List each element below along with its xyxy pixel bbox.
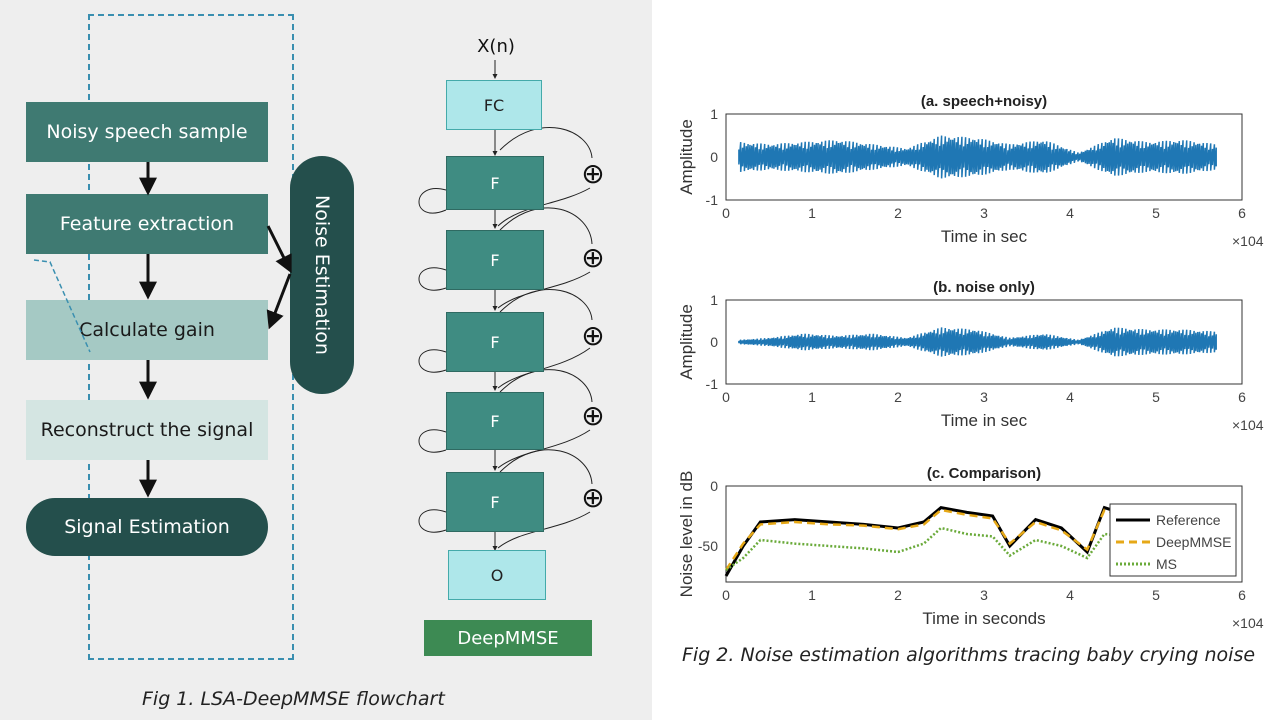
y-tick-label: 0 [710, 478, 718, 494]
f-block-4: F [446, 392, 544, 450]
x-tick-label: 1 [808, 587, 816, 603]
x-tick-label: 5 [1152, 205, 1160, 221]
arrow-from-noise [266, 273, 292, 330]
x-tick-label: 2 [894, 389, 902, 405]
x-multiplier-0: ×104 [1232, 233, 1264, 249]
x-multiplier-1: ×104 [1232, 417, 1264, 433]
legend-label-reference: Reference [1156, 512, 1221, 528]
x-tick-label: 6 [1238, 587, 1246, 603]
f-block-3: F [446, 312, 544, 372]
x-tick-label: 0 [722, 205, 730, 221]
sum-icon-1: ⊕ [581, 156, 605, 190]
y-tick-label: 0 [710, 149, 718, 165]
x-tick-label: 4 [1066, 587, 1074, 603]
x-axis-label-2: Time in seconds [922, 609, 1045, 628]
flowchart-arrows [33, 60, 593, 551]
fig2-caption: Fig 2. Noise estimation algorithms traci… [682, 644, 1256, 666]
y-axis-label-1: Amplitude [677, 304, 696, 380]
y-tick-label: 1 [710, 106, 718, 122]
y-axis-label-0: Amplitude [677, 119, 696, 195]
sum-icon-5: ⊕ [581, 480, 605, 514]
plot-title-2: (c. Comparison) [927, 465, 1041, 482]
x-tick-label: 2 [894, 205, 902, 221]
dashed-link [33, 259, 91, 353]
f-block-5: F [446, 472, 544, 532]
x-tick-label: 4 [1066, 389, 1074, 405]
y-tick-label: -1 [706, 192, 719, 208]
arrow-to-noise [266, 225, 292, 274]
y-axis-label-2: Noise level in dB [677, 471, 696, 598]
legend-label-deepmmse: DeepMMSE [1156, 534, 1231, 550]
x-tick-label: 3 [980, 587, 988, 603]
plot-title-1: (b. noise only) [933, 279, 1035, 296]
x-tick-label: 5 [1152, 587, 1160, 603]
output-layer: O [448, 550, 546, 600]
x-tick-label: 4 [1066, 205, 1074, 221]
deepmmse-label: DeepMMSE [424, 620, 592, 656]
x-tick-label: 3 [980, 389, 988, 405]
x-axis-label-1: Time in sec [941, 411, 1028, 430]
f-block-2: F [446, 230, 544, 290]
y-tick-label: -1 [706, 376, 719, 392]
y-tick-label: -50 [698, 538, 718, 554]
x-tick-label: 1 [808, 389, 816, 405]
sum-icon-2: ⊕ [581, 240, 605, 274]
x-tick-label: 6 [1238, 389, 1246, 405]
x-tick-label: 5 [1152, 389, 1160, 405]
fig2-plots: (a. speech+noisy)0 1 2 3 4 5 610-1Time in sec ×… [677, 93, 1264, 631]
x-tick-label: 0 [722, 587, 730, 603]
fc-layer: FC [446, 80, 542, 130]
x-tick-label: 2 [894, 587, 902, 603]
x-axis-label-0: Time in sec [941, 227, 1028, 246]
y-tick-label: 1 [710, 292, 718, 308]
x-tick-label: 0 [722, 389, 730, 405]
f-block-1: F [446, 156, 544, 210]
input-label: X(n) [477, 35, 515, 57]
y-tick-label: 0 [710, 334, 718, 350]
fig1-caption: Fig 1. LSA-DeepMMSE flowchart [142, 688, 445, 710]
legend-label-ms: MS [1156, 556, 1177, 572]
plot-title-0: (a. speech+noisy) [921, 93, 1047, 110]
sum-icon-3: ⊕ [581, 318, 605, 352]
x-tick-label: 1 [808, 205, 816, 221]
x-multiplier-2: ×104 [1232, 615, 1264, 631]
sum-icon-4: ⊕ [581, 398, 605, 432]
x-tick-label: 6 [1238, 205, 1246, 221]
x-tick-label: 3 [980, 205, 988, 221]
